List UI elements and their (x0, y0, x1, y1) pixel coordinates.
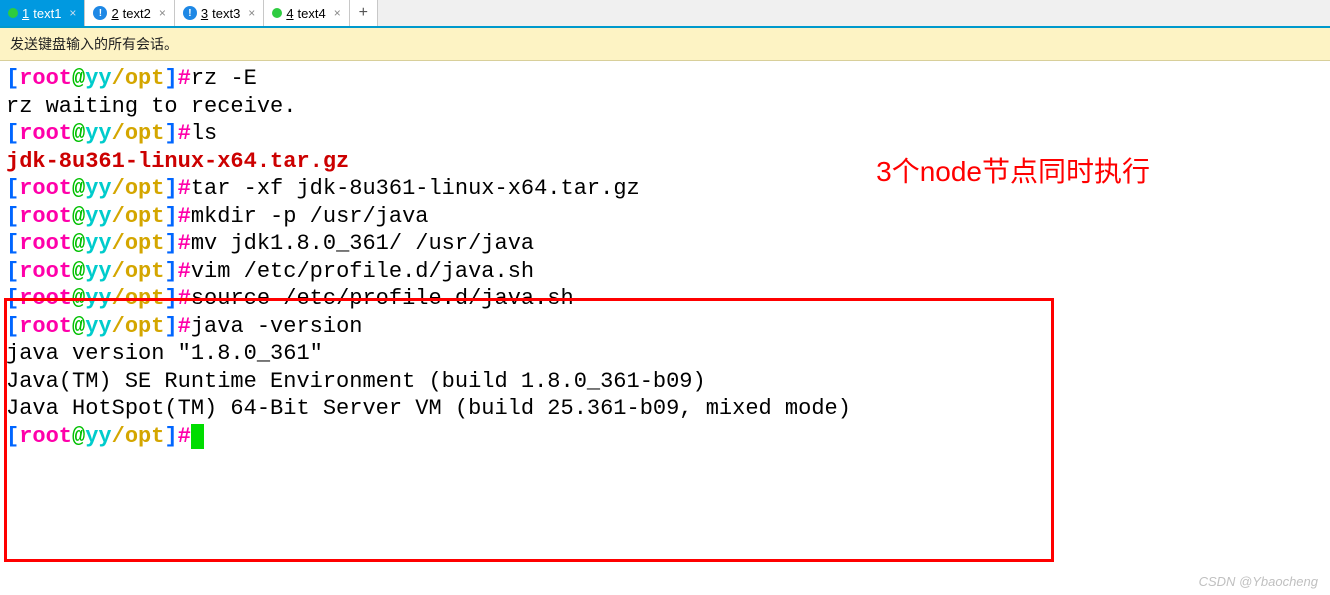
close-icon[interactable]: × (334, 6, 341, 20)
terminal-line: [root@yy/opt]#ls (6, 120, 1324, 148)
tab-number: 3 (201, 6, 208, 21)
info-icon: ! (93, 6, 107, 20)
terminal-line: [root@yy/opt]#vim /etc/profile.d/java.sh (6, 258, 1324, 286)
close-icon[interactable]: × (248, 6, 255, 20)
info-icon: ! (183, 6, 197, 20)
terminal-line: [root@yy/opt]#rz -E (6, 65, 1324, 93)
tab-text2[interactable]: ! 2 text2 × (85, 0, 174, 26)
green-dot-icon (8, 8, 18, 18)
broadcast-notice: 发送键盘输入的所有会话。 (0, 28, 1330, 61)
annotation-text: 3个node节点同时执行 (876, 150, 1150, 190)
close-icon[interactable]: × (69, 6, 76, 20)
tab-text1[interactable]: 1 text1 × (0, 0, 85, 26)
cursor-block (191, 424, 204, 448)
terminal-line: [root@yy/opt]#source /etc/profile.d/java… (6, 285, 1324, 313)
terminal-line: [root@yy/opt]# (6, 423, 1324, 451)
tab-label: text2 (123, 6, 151, 21)
tab-text4[interactable]: 4 text4 × (264, 0, 349, 26)
tab-number: 2 (111, 6, 118, 21)
terminal-line: [root@yy/opt]#java -version (6, 313, 1324, 341)
green-dot-icon (272, 8, 282, 18)
tab-text3[interactable]: ! 3 text3 × (175, 0, 264, 26)
tab-label: text4 (298, 6, 326, 21)
tab-number: 4 (286, 6, 293, 21)
close-icon[interactable]: × (159, 6, 166, 20)
watermark: CSDN @Ybaocheng (1199, 574, 1318, 589)
tab-label: text1 (33, 6, 61, 21)
terminal-line: [root@yy/opt]#mkdir -p /usr/java (6, 203, 1324, 231)
terminal-line: Java HotSpot(TM) 64-Bit Server VM (build… (6, 395, 1324, 423)
tab-bar: 1 text1 ×! 2 text2 ×! 3 text3 × 4 text4 × + (0, 0, 1330, 28)
tab-number: 1 (22, 6, 29, 21)
terminal-line: [root@yy/opt]#mv jdk1.8.0_361/ /usr/java (6, 230, 1324, 258)
add-tab-button[interactable]: + (350, 0, 378, 26)
terminal-line: rz waiting to receive. (6, 93, 1324, 121)
tab-label: text3 (212, 6, 240, 21)
terminal-output[interactable]: [root@yy/opt]#rz -Erz waiting to receive… (0, 61, 1330, 454)
terminal-line: java version "1.8.0_361" (6, 340, 1324, 368)
terminal-line: Java(TM) SE Runtime Environment (build 1… (6, 368, 1324, 396)
